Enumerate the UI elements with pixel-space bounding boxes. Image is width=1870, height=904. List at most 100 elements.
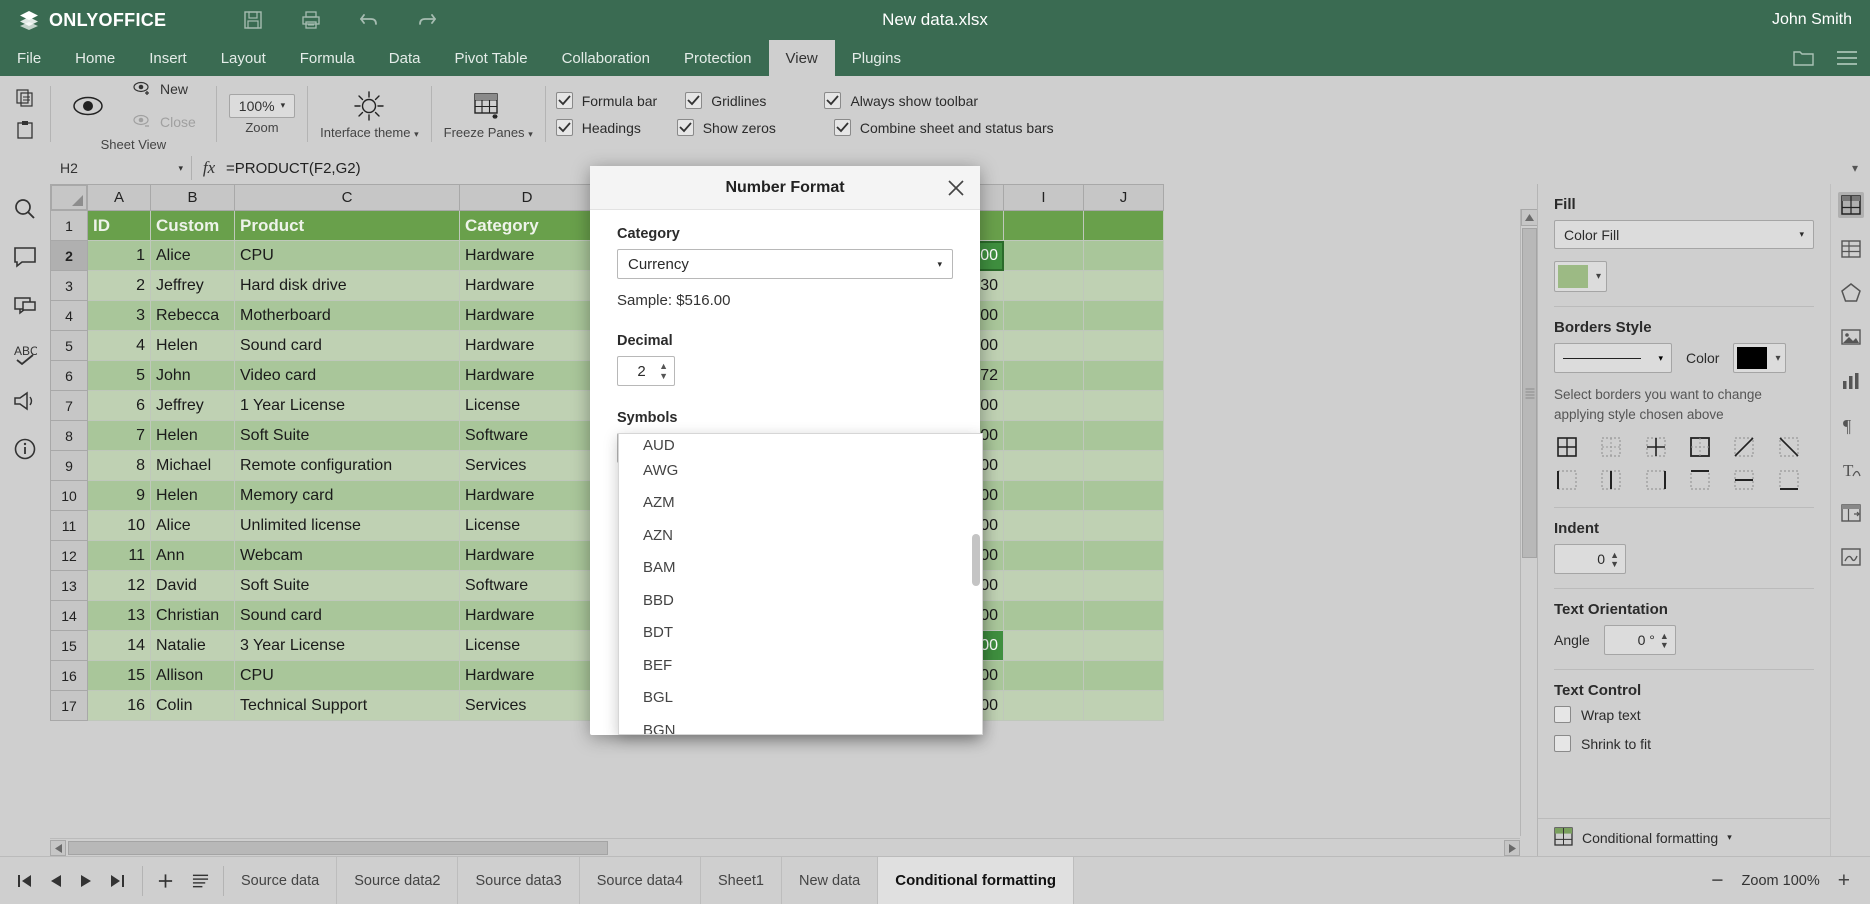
cell-a12[interactable]: 11 [87,540,151,571]
row-header-11[interactable]: 11 [50,510,88,541]
freeze-panes-label[interactable]: Freeze Panes ▾ [444,125,533,140]
horizontal-scrollbar[interactable] [50,838,1520,856]
row-header-2[interactable]: 2 [50,240,88,271]
cell-j17[interactable] [1083,690,1164,721]
row-header-13[interactable]: 13 [50,570,88,601]
cell-i17[interactable] [1003,690,1084,721]
print-icon[interactable] [299,8,323,32]
select-all-corner[interactable] [51,185,87,210]
checkbox-show-zeros[interactable]: Show zeros [676,119,776,136]
cell-j8[interactable] [1083,420,1164,451]
cell-i12[interactable] [1003,540,1084,571]
cell-i2[interactable] [1003,240,1084,271]
cell-j6[interactable] [1083,360,1164,391]
sheet-view-button[interactable] [63,86,113,126]
cell-i14[interactable] [1003,600,1084,631]
column-header-i[interactable]: I [1003,184,1084,211]
cell-i1[interactable] [1003,210,1084,241]
cell-a17[interactable]: 16 [87,690,151,721]
cell-j13[interactable] [1083,570,1164,601]
cell-i15[interactable] [1003,630,1084,661]
cell-c4[interactable]: Motherboard [234,300,460,331]
cell-d8[interactable]: Software [459,420,595,451]
sheet-tab-source-data3[interactable]: Source data3 [458,856,580,904]
border-all-icon[interactable] [1554,434,1580,460]
dropdown-item-bdt[interactable]: BDT [619,617,982,650]
zoom-out-button[interactable]: − [1711,870,1723,891]
cell-a8[interactable]: 7 [87,420,151,451]
border-inner-icon[interactable] [1643,434,1669,460]
undo-icon[interactable] [357,8,381,32]
insert-function-icon[interactable]: fx [192,158,226,178]
cell-d9[interactable]: Services [459,450,595,481]
cell-i7[interactable] [1003,390,1084,421]
border-inner-vertical-icon[interactable] [1598,467,1624,493]
cell-d4[interactable]: Hardware [459,300,595,331]
cell-i16[interactable] [1003,660,1084,691]
cell-b15[interactable]: Natalie [150,630,235,661]
add-sheet-icon[interactable] [157,872,174,889]
comment-icon[interactable] [12,244,38,270]
decimal-stepper[interactable]: 2 ▲ ▼ [617,356,675,386]
cell-d13[interactable]: Software [459,570,595,601]
cell-a11[interactable]: 10 [87,510,151,541]
name-box[interactable]: H2 ▾ [52,156,192,180]
cell-j7[interactable] [1083,390,1164,421]
cell-d3[interactable]: Hardware [459,270,595,301]
cell-b3[interactable]: Jeffrey [150,270,235,301]
hamburger-menu-icon[interactable] [1836,47,1858,69]
cell-i3[interactable] [1003,270,1084,301]
border-none-icon[interactable] [1598,434,1624,460]
freeze-panes-icon[interactable] [471,89,505,123]
menu-item-home[interactable]: Home [58,40,132,76]
column-header-d[interactable]: D [459,184,595,211]
symbols-dropdown-list[interactable]: AUD AWG AZM AZN BAM BBD BDT BEF BGL BGN [618,433,983,735]
cell-c16[interactable]: CPU [234,660,460,691]
checkbox-always-show-toolbar[interactable]: Always show toolbar [824,92,978,109]
category-dropdown[interactable]: Currency ▾ [617,249,953,279]
dropdown-scrollbar[interactable] [972,534,980,586]
cell-c7[interactable]: 1 Year License [234,390,460,421]
border-style-dropdown[interactable]: ▾ [1554,343,1672,373]
horizontal-scroll-thumb[interactable] [68,841,608,855]
border-bottom-icon[interactable] [1776,467,1802,493]
spellcheck-icon[interactable]: ABC [12,340,38,366]
cell-a7[interactable]: 6 [87,390,151,421]
formula-input[interactable]: =PRODUCT(F2,G2) [226,160,1840,177]
cell-a16[interactable]: 15 [87,660,151,691]
cell-d5[interactable]: Hardware [459,330,595,361]
dropdown-item-bgl[interactable]: BGL [619,682,982,715]
menu-item-pivot-table[interactable]: Pivot Table [437,40,544,76]
menu-item-view[interactable]: View [768,40,835,76]
dropdown-item-bbd[interactable]: BBD [619,584,982,617]
cell-b8[interactable]: Helen [150,420,235,451]
cell-a10[interactable]: 9 [87,480,151,511]
stepper-arrows-icon[interactable]: ▲ ▼ [1610,550,1619,568]
row-header-12[interactable]: 12 [50,540,88,571]
feedback-icon[interactable] [12,388,38,414]
dropdown-item-bam[interactable]: BAM [619,552,982,585]
cell-settings-icon[interactable] [1837,192,1864,218]
border-diagonal-up-icon[interactable] [1731,434,1757,460]
vertical-scrollbar[interactable] [1520,209,1537,836]
signature-settings-icon[interactable] [1838,544,1864,570]
row-header-5[interactable]: 5 [50,330,88,361]
dropdown-item-awg[interactable]: AWG [619,454,982,487]
new-sheet-view-button[interactable]: New [125,77,204,102]
cell-a14[interactable]: 13 [87,600,151,631]
cell-c8[interactable]: Soft Suite [234,420,460,451]
cell-c3[interactable]: Hard disk drive [234,270,460,301]
save-icon[interactable] [241,8,265,32]
scroll-right-icon[interactable] [1504,840,1520,856]
redo-icon[interactable] [415,8,439,32]
cell-c9[interactable]: Remote configuration [234,450,460,481]
column-header-a[interactable]: A [87,184,151,211]
cell-j1[interactable] [1083,210,1164,241]
cell-b14[interactable]: Christian [150,600,235,631]
paste-icon[interactable] [14,119,36,141]
stepper-arrows-icon[interactable]: ▲ ▼ [1660,631,1669,649]
border-left-icon[interactable] [1554,467,1580,493]
checkbox-combine-sheet-and-status-bars[interactable]: Combine sheet and status bars [833,119,1054,136]
cell-b4[interactable]: Rebecca [150,300,235,331]
dropdown-item-bgn[interactable]: BGN [619,714,982,734]
